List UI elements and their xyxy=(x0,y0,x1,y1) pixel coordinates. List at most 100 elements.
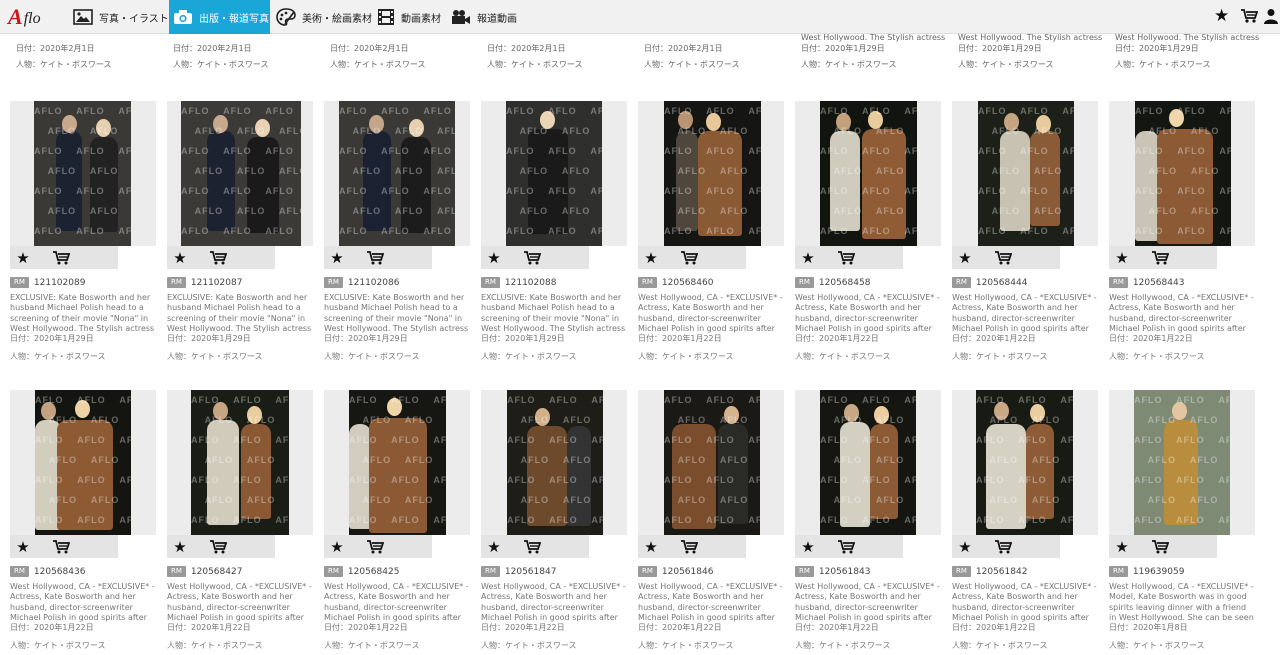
thumbnail-frame[interactable]: AFLO AFLO AFLO AFLO AFLO AFLO AFLO AFLO … xyxy=(324,101,470,246)
image-id[interactable]: 120568460 xyxy=(662,278,714,288)
favorite-star-icon[interactable]: ★ xyxy=(638,538,664,556)
thumbnail-image[interactable]: AFLO AFLO AFLO AFLO AFLO AFLO AFLO AFLO … xyxy=(820,390,916,535)
add-to-cart-icon[interactable] xyxy=(821,250,871,265)
image-id[interactable]: 120561846 xyxy=(662,567,714,577)
thumbnail-image[interactable]: AFLO AFLO AFLO AFLO AFLO AFLO AFLO AFLO … xyxy=(1135,101,1231,246)
thumbnail-frame[interactable]: AFLO AFLO AFLO AFLO AFLO AFLO AFLO AFLO … xyxy=(1109,101,1255,246)
favorites-star-icon[interactable]: ★ xyxy=(1214,6,1229,26)
image-id[interactable]: 121102089 xyxy=(34,278,86,288)
add-to-cart-icon[interactable] xyxy=(350,539,400,554)
thumbnail-image[interactable]: AFLO AFLO AFLO AFLO AFLO AFLO AFLO AFLO … xyxy=(664,101,761,246)
user-icon[interactable] xyxy=(1264,8,1278,28)
add-to-cart-icon[interactable] xyxy=(978,539,1028,554)
thumbnail-image[interactable]: AFLO AFLO AFLO AFLO AFLO AFLO AFLO AFLO … xyxy=(349,390,446,535)
favorite-star-icon[interactable]: ★ xyxy=(952,249,978,267)
image-id[interactable]: 120568436 xyxy=(34,567,86,577)
add-to-cart-icon[interactable] xyxy=(36,250,86,265)
nav-art-painting[interactable]: 美術・絵画素材 xyxy=(272,0,372,34)
favorite-star-icon[interactable]: ★ xyxy=(1109,249,1135,267)
thumbnail-image[interactable]: AFLO AFLO AFLO AFLO AFLO AFLO AFLO AFLO … xyxy=(976,390,1073,535)
thumbnail-frame[interactable]: AFLO AFLO AFLO AFLO AFLO AFLO AFLO AFLO … xyxy=(638,101,784,246)
thumbnail-frame[interactable]: AFLO AFLO AFLO AFLO AFLO AFLO AFLO AFLO … xyxy=(324,390,470,535)
thumbnail-image[interactable]: AFLO AFLO AFLO AFLO AFLO AFLO AFLO AFLO … xyxy=(191,390,289,535)
favorite-star-icon[interactable]: ★ xyxy=(638,249,664,267)
thumbnail-frame[interactable]: AFLO AFLO AFLO AFLO AFLO AFLO AFLO AFLO … xyxy=(167,101,313,246)
image-id[interactable]: 120568443 xyxy=(1133,278,1185,288)
thumbnail-image[interactable]: AFLO AFLO AFLO AFLO AFLO AFLO AFLO AFLO … xyxy=(181,101,301,246)
thumbnail-frame[interactable]: AFLO AFLO AFLO AFLO AFLO AFLO AFLO AFLO … xyxy=(10,101,156,246)
favorite-star-icon[interactable]: ★ xyxy=(324,249,350,267)
add-to-cart-icon[interactable] xyxy=(36,539,86,554)
add-to-cart-icon[interactable] xyxy=(1135,250,1185,265)
add-to-cart-icon[interactable] xyxy=(978,250,1028,265)
image-date: 日付：2020年1月8日 xyxy=(1109,623,1188,632)
thumbnail-frame[interactable]: AFLO AFLO AFLO AFLO AFLO AFLO AFLO AFLO … xyxy=(952,101,1098,246)
favorite-star-icon[interactable]: ★ xyxy=(952,538,978,556)
favorite-star-icon[interactable]: ★ xyxy=(167,538,193,556)
favorite-star-icon[interactable]: ★ xyxy=(10,249,36,267)
image-description: West Hollywood, CA - *EXCLUSIVE* - Actre… xyxy=(1109,293,1254,333)
image-id[interactable]: 120568425 xyxy=(348,567,400,577)
image-id[interactable]: 120568427 xyxy=(191,567,243,577)
favorite-star-icon[interactable]: ★ xyxy=(324,538,350,556)
thumbnail-image[interactable]: AFLO AFLO AFLO AFLO AFLO AFLO AFLO AFLO … xyxy=(339,101,455,246)
image-id[interactable]: 121102086 xyxy=(348,278,400,288)
favorite-star-icon[interactable]: ★ xyxy=(481,538,507,556)
aflo-logo[interactable]: A flo xyxy=(8,4,58,30)
thumbnail-image[interactable]: AFLO AFLO AFLO AFLO AFLO AFLO AFLO AFLO … xyxy=(664,390,760,535)
thumbnail-image[interactable]: AFLO AFLO AFLO AFLO AFLO AFLO AFLO AFLO … xyxy=(507,390,603,535)
add-to-cart-icon[interactable] xyxy=(664,539,714,554)
favorite-star-icon[interactable]: ★ xyxy=(795,249,821,267)
thumbnail-image[interactable]: AFLO AFLO AFLO AFLO AFLO AFLO AFLO AFLO … xyxy=(35,390,131,535)
thumbnail-frame[interactable]: AFLO AFLO AFLO AFLO AFLO AFLO AFLO AFLO … xyxy=(638,390,784,535)
favorite-star-icon[interactable]: ★ xyxy=(1109,538,1135,556)
nav-photo-illustration[interactable]: 写真・イラスト xyxy=(69,0,169,34)
nav-news-video[interactable]: 報道動画 xyxy=(447,0,527,34)
image-id[interactable]: 119639059 xyxy=(1133,567,1185,577)
thumbnail-frame[interactable]: AFLO AFLO AFLO AFLO AFLO AFLO AFLO AFLO … xyxy=(952,390,1098,535)
add-to-cart-icon[interactable] xyxy=(507,539,557,554)
thumbnail-image[interactable]: AFLO AFLO AFLO AFLO AFLO AFLO AFLO AFLO … xyxy=(978,101,1074,246)
favorite-star-icon[interactable]: ★ xyxy=(795,538,821,556)
thumbnail-image[interactable]: AFLO AFLO AFLO AFLO AFLO AFLO AFLO AFLO … xyxy=(34,101,131,246)
nav-press-photo[interactable]: 出版・報道写真 xyxy=(169,0,270,34)
thumbnail-frame[interactable]: AFLO AFLO AFLO AFLO AFLO AFLO AFLO AFLO … xyxy=(795,101,941,246)
add-to-cart-icon[interactable] xyxy=(193,539,243,554)
thumbnail-image[interactable]: AFLO AFLO AFLO AFLO AFLO AFLO AFLO AFLO … xyxy=(820,101,917,246)
add-to-cart-icon[interactable] xyxy=(1135,539,1185,554)
favorite-star-icon[interactable]: ★ xyxy=(167,249,193,267)
image-id[interactable]: 120561847 xyxy=(505,567,557,577)
thumbnail-frame[interactable]: AFLO AFLO AFLO AFLO AFLO AFLO AFLO AFLO … xyxy=(795,390,941,535)
thumbnail-frame[interactable]: AFLO AFLO AFLO AFLO AFLO AFLO AFLO AFLO … xyxy=(167,390,313,535)
watermark: AFLO AFLO AFLO AFLO AFLO AFLO AFLO AFLO … xyxy=(339,106,455,236)
image-id[interactable]: 120568458 xyxy=(819,278,871,288)
license-badge: RM xyxy=(952,566,971,577)
license-badge: RM xyxy=(481,277,500,288)
thumbnail-frame[interactable]: AFLO AFLO AFLO AFLO AFLO AFLO AFLO AFLO … xyxy=(10,390,156,535)
image-id[interactable]: 121102087 xyxy=(191,278,243,288)
thumbnail-image[interactable]: AFLO AFLO AFLO AFLO AFLO AFLO AFLO AFLO … xyxy=(506,101,602,246)
image-id[interactable]: 121102088 xyxy=(505,278,557,288)
image-id[interactable]: 120561843 xyxy=(819,567,871,577)
add-to-cart-icon[interactable] xyxy=(507,250,557,265)
image-id[interactable]: 120568444 xyxy=(976,278,1028,288)
id-line: RM 121102088 xyxy=(481,277,627,288)
cart-icon[interactable] xyxy=(1240,8,1259,28)
image-person: 人物：ケイト・ボスワース xyxy=(638,641,734,650)
thumbnail-frame[interactable]: AFLO AFLO AFLO AFLO AFLO AFLO AFLO AFLO … xyxy=(481,390,627,535)
person-text: 人物：ケイト・ボスワース xyxy=(644,60,740,69)
image-date: 日付：2020年1月22日 xyxy=(324,623,408,632)
image-id[interactable]: 120561842 xyxy=(976,567,1028,577)
date-text: 日付：2020年1月29日 xyxy=(958,44,1042,53)
thumbnail-frame[interactable]: AFLO AFLO AFLO AFLO AFLO AFLO AFLO AFLO … xyxy=(1109,390,1255,535)
film-icon xyxy=(378,9,394,25)
add-to-cart-icon[interactable] xyxy=(664,250,714,265)
add-to-cart-icon[interactable] xyxy=(350,250,400,265)
thumbnail-frame[interactable]: AFLO AFLO AFLO AFLO AFLO AFLO AFLO AFLO … xyxy=(481,101,627,246)
favorite-star-icon[interactable]: ★ xyxy=(481,249,507,267)
nav-video-footage[interactable]: 動画素材 xyxy=(373,0,445,34)
add-to-cart-icon[interactable] xyxy=(193,250,243,265)
thumbnail-image[interactable]: AFLO AFLO AFLO AFLO AFLO AFLO AFLO AFLO … xyxy=(1134,390,1230,535)
add-to-cart-icon[interactable] xyxy=(821,539,871,554)
favorite-star-icon[interactable]: ★ xyxy=(10,538,36,556)
